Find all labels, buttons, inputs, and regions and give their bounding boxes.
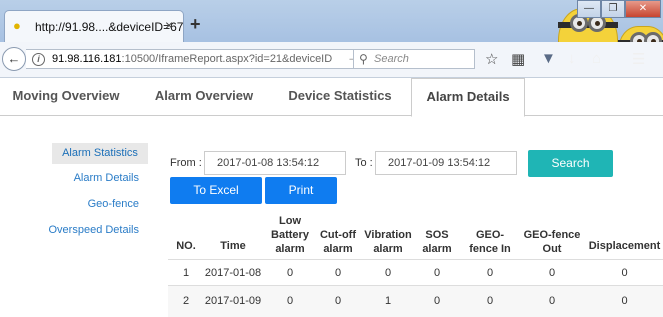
sidebar-item-alarm-statistics[interactable]: Alarm Statistics [52, 143, 148, 164]
col-header-sos: SOS alarm [422, 229, 452, 255]
lightbulb-icon: ● [13, 18, 21, 33]
cell-vibration: 1 [384, 295, 392, 307]
tab-moving-overview[interactable]: Moving Overview [0, 78, 132, 116]
cell-vibration: 0 [384, 267, 392, 279]
col-header-geo-fence-out: GEO-fence Out [523, 229, 581, 255]
cell-geo-in: 0 [486, 267, 494, 279]
col-header-no: NO. [176, 240, 196, 252]
print-button[interactable]: Print [265, 177, 337, 204]
info-icon[interactable]: i [32, 53, 45, 66]
sidebar-item-overspeed-details[interactable]: Overspeed Details [40, 224, 140, 236]
cell-sos: 0 [433, 267, 441, 279]
search-placeholder: Search [374, 53, 409, 65]
cell-time: 2017-01-08 [204, 267, 262, 279]
cell-time: 2017-01-09 [204, 295, 262, 307]
restore-button[interactable]: ❐ [601, 0, 625, 18]
cell-geo-in: 0 [486, 295, 494, 307]
cell-no: 2 [182, 295, 190, 307]
cell-displacement: 0 [621, 295, 628, 307]
bookmark-star-icon[interactable]: ☆ [485, 50, 498, 68]
minimize-button[interactable]: — [577, 0, 601, 18]
sidebar-item-alarm-details[interactable]: Alarm Details [60, 172, 139, 184]
tab-alarm-overview[interactable]: Alarm Overview [140, 78, 268, 116]
menu-icon[interactable]: ☰ [632, 50, 645, 68]
url-bar[interactable]: i 91.98.116.181:10500/IframeReport.aspx?… [26, 49, 359, 69]
col-header-geo-fence-in: GEO-fence In [469, 229, 511, 255]
cell-low-battery: 0 [286, 267, 294, 279]
tab-alarm-details[interactable]: Alarm Details [411, 78, 525, 117]
header-divider [168, 259, 663, 260]
cell-low-battery: 0 [286, 295, 294, 307]
col-header-low-battery: Low Battery alarm [271, 215, 309, 255]
home-icon[interactable]: ⌂ [592, 50, 601, 67]
reading-list-icon[interactable]: ▦ [511, 50, 525, 68]
cell-no: 1 [182, 267, 190, 279]
back-arrow-icon[interactable]: ← [2, 47, 26, 71]
cell-sos: 0 [433, 295, 441, 307]
cell-displacement: 0 [621, 267, 628, 279]
from-label: From : [170, 157, 202, 169]
pocket-icon[interactable]: ▼ [541, 50, 556, 67]
search-icon: ⚲ [359, 52, 368, 66]
cell-cut-off: 0 [334, 267, 342, 279]
col-header-vibration: Vibration alarm [364, 229, 412, 255]
cell-geo-out: 0 [548, 267, 556, 279]
report-tabs: Moving Overview Alarm Overview Device St… [0, 78, 663, 117]
col-header-time: Time [220, 240, 246, 252]
browser-tab[interactable]: ● http://91.98....&deviceID=67 × [4, 10, 184, 42]
col-header-cut-off: Cut-off alarm [319, 229, 357, 255]
sidebar-item-geo-fence[interactable]: Geo-fence [60, 198, 139, 210]
tab-close-icon[interactable]: × [165, 17, 173, 33]
url-text: 91.98.116.181:10500/IframeReport.aspx?id… [52, 53, 333, 65]
to-label: To : [355, 157, 373, 169]
close-window-button[interactable]: ✕ [625, 0, 661, 18]
cell-cut-off: 0 [334, 295, 342, 307]
tab-title: http://91.98....&deviceID=67 [35, 20, 184, 34]
col-header-displacement: Displacement [588, 240, 661, 252]
cell-geo-out: 0 [548, 295, 556, 307]
to-excel-button[interactable]: To Excel [170, 177, 262, 204]
to-date-input[interactable]: 2017-01-09 13:54:12 [375, 151, 517, 175]
from-date-input[interactable]: 2017-01-08 13:54:12 [204, 151, 346, 175]
search-button[interactable]: Search [528, 150, 613, 177]
search-bar[interactable]: ⚲ Search [353, 49, 475, 69]
download-icon[interactable]: ↓ [568, 50, 576, 67]
window-controls: — ❐ ✕ [577, 0, 661, 19]
tab-device-statistics[interactable]: Device Statistics [276, 78, 404, 116]
new-tab-button[interactable]: + [190, 14, 201, 35]
